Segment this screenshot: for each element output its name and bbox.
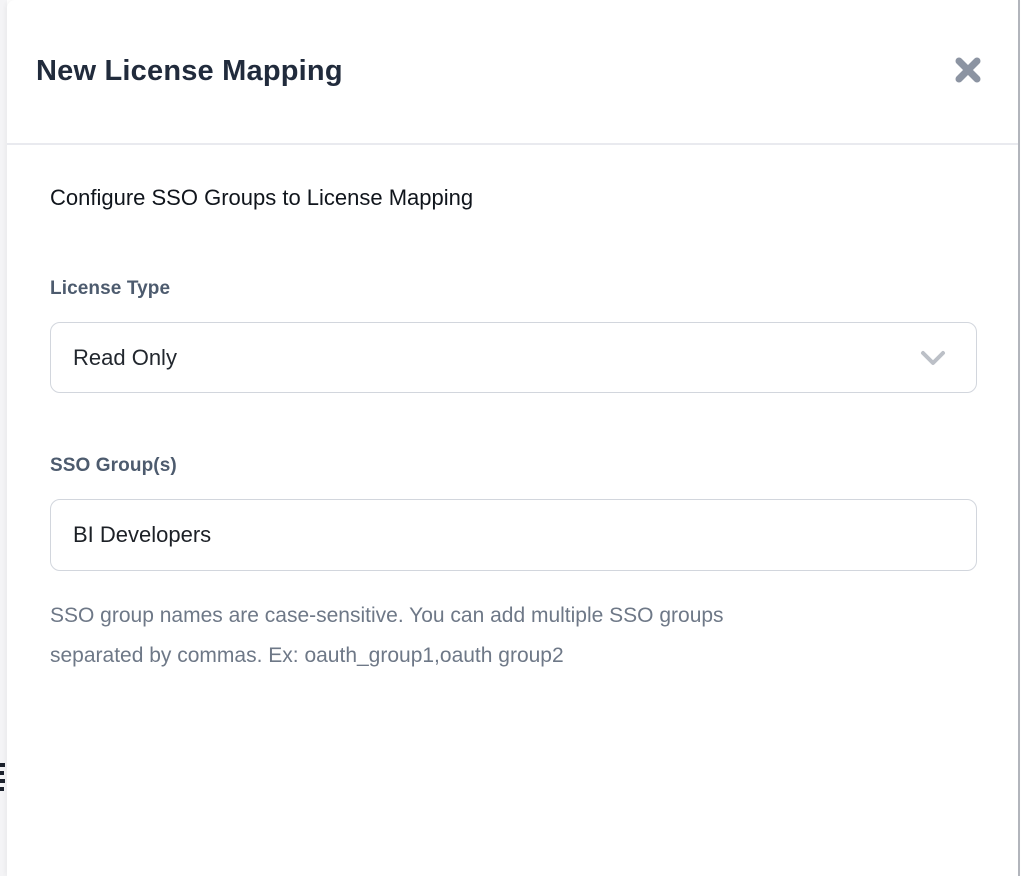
- sso-groups-input[interactable]: [50, 499, 977, 571]
- chevron-down-icon: [920, 350, 946, 366]
- new-license-mapping-dialog: New License Mapping Configure SSO Groups…: [7, 0, 1020, 876]
- sso-groups-help-line-2: separated by commas. Ex: oauth_group1,oa…: [50, 636, 975, 676]
- sso-groups-help-text: SSO group names are case-sensitive. You …: [50, 596, 975, 676]
- close-icon: [952, 54, 984, 86]
- dialog-body: Configure SSO Groups to License Mapping …: [7, 145, 1018, 676]
- license-type-select[interactable]: Read Only: [50, 322, 977, 393]
- backdrop-page-sliver: [0, 0, 7, 876]
- close-button[interactable]: [946, 48, 990, 92]
- license-type-selected-value: Read Only: [73, 345, 177, 371]
- page: New License Mapping Configure SSO Groups…: [0, 0, 1028, 876]
- license-type-label: License Type: [50, 278, 975, 300]
- dialog-description: Configure SSO Groups to License Mapping: [50, 184, 975, 212]
- sso-groups-label: SSO Group(s): [50, 455, 975, 477]
- background-menu-icon-fragment: [0, 763, 5, 795]
- dialog-title: New License Mapping: [36, 55, 343, 88]
- sso-groups-help-line-1: SSO group names are case-sensitive. You …: [50, 596, 975, 636]
- dialog-header: New License Mapping: [7, 0, 1018, 145]
